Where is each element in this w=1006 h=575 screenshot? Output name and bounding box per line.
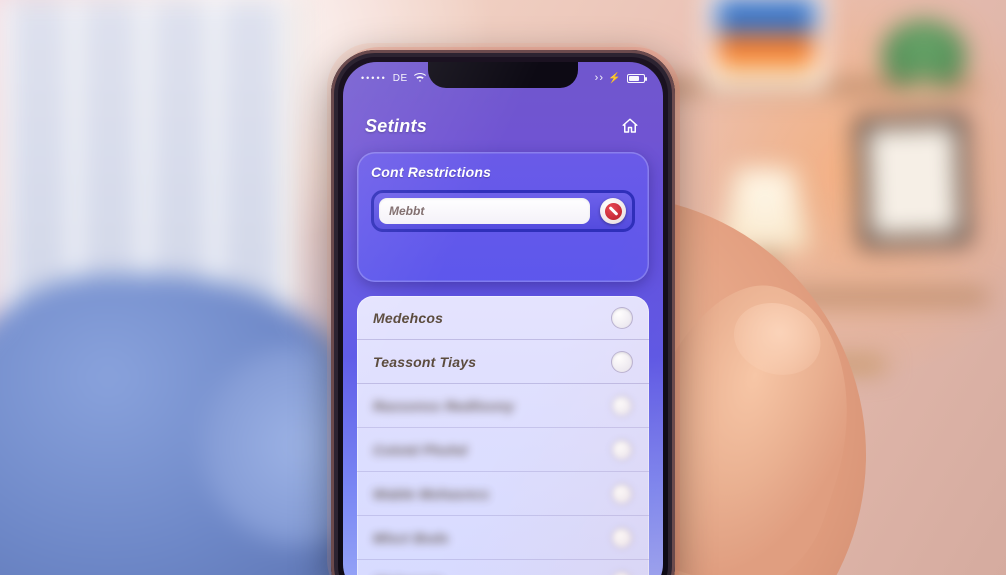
- phone-frame: DE Setints: [331, 50, 675, 575]
- restrictions-card: Cont Restrictions: [357, 152, 649, 282]
- list-item-label: Mlsct Bsds: [373, 530, 449, 546]
- notch: [428, 62, 578, 88]
- list-item[interactable]: Wable Mohasncs: [357, 472, 649, 516]
- radio-icon[interactable]: [611, 571, 633, 575]
- list-item[interactable]: Medehcos: [357, 296, 649, 340]
- list-item-label: Wable Mohasncs: [373, 486, 489, 502]
- restriction-field-row: [371, 190, 635, 232]
- list-item[interactable]: Colotd Phohd: [357, 428, 649, 472]
- carrier-label: DE: [393, 73, 408, 84]
- battery-icon: [627, 74, 645, 83]
- list-item-label: Rassonss Redltxony: [373, 398, 514, 414]
- deny-icon: [605, 203, 622, 220]
- radio-icon[interactable]: [611, 307, 633, 329]
- list-item[interactable]: Olcbonste: [357, 560, 649, 575]
- list-item-label: Medehcos: [373, 310, 443, 326]
- list-item-label: Colotd Phohd: [373, 442, 467, 458]
- list-item[interactable]: Mlsct Bsds: [357, 516, 649, 560]
- signal-dots-icon: [361, 73, 387, 84]
- radio-icon[interactable]: [611, 439, 633, 461]
- restrictions-section-label: Cont Restrictions: [371, 164, 635, 180]
- phone-screen: DE Setints: [343, 62, 663, 575]
- list-item[interactable]: Teassont Tiays: [357, 340, 649, 384]
- settings-list[interactable]: Medehcos Teassont Tiays Rassonss Redltxony…: [357, 296, 649, 575]
- radio-icon[interactable]: [611, 395, 633, 417]
- page-title: Setints: [365, 116, 427, 137]
- list-item-label: Teassont Tiays: [373, 354, 476, 370]
- deny-button[interactable]: [600, 198, 626, 224]
- radio-icon[interactable]: [611, 351, 633, 373]
- page-header: Setints: [343, 106, 663, 146]
- radio-icon[interactable]: [611, 483, 633, 505]
- restriction-text-field[interactable]: [379, 198, 590, 224]
- home-icon[interactable]: [619, 115, 641, 137]
- radio-icon[interactable]: [611, 527, 633, 549]
- wifi-icon: [414, 73, 426, 83]
- charging-icon: [608, 73, 621, 84]
- list-item[interactable]: Rassonss Redltxony: [357, 384, 649, 428]
- nav-chevrons-icon: [595, 72, 602, 84]
- scene: DE Setints: [0, 0, 1006, 575]
